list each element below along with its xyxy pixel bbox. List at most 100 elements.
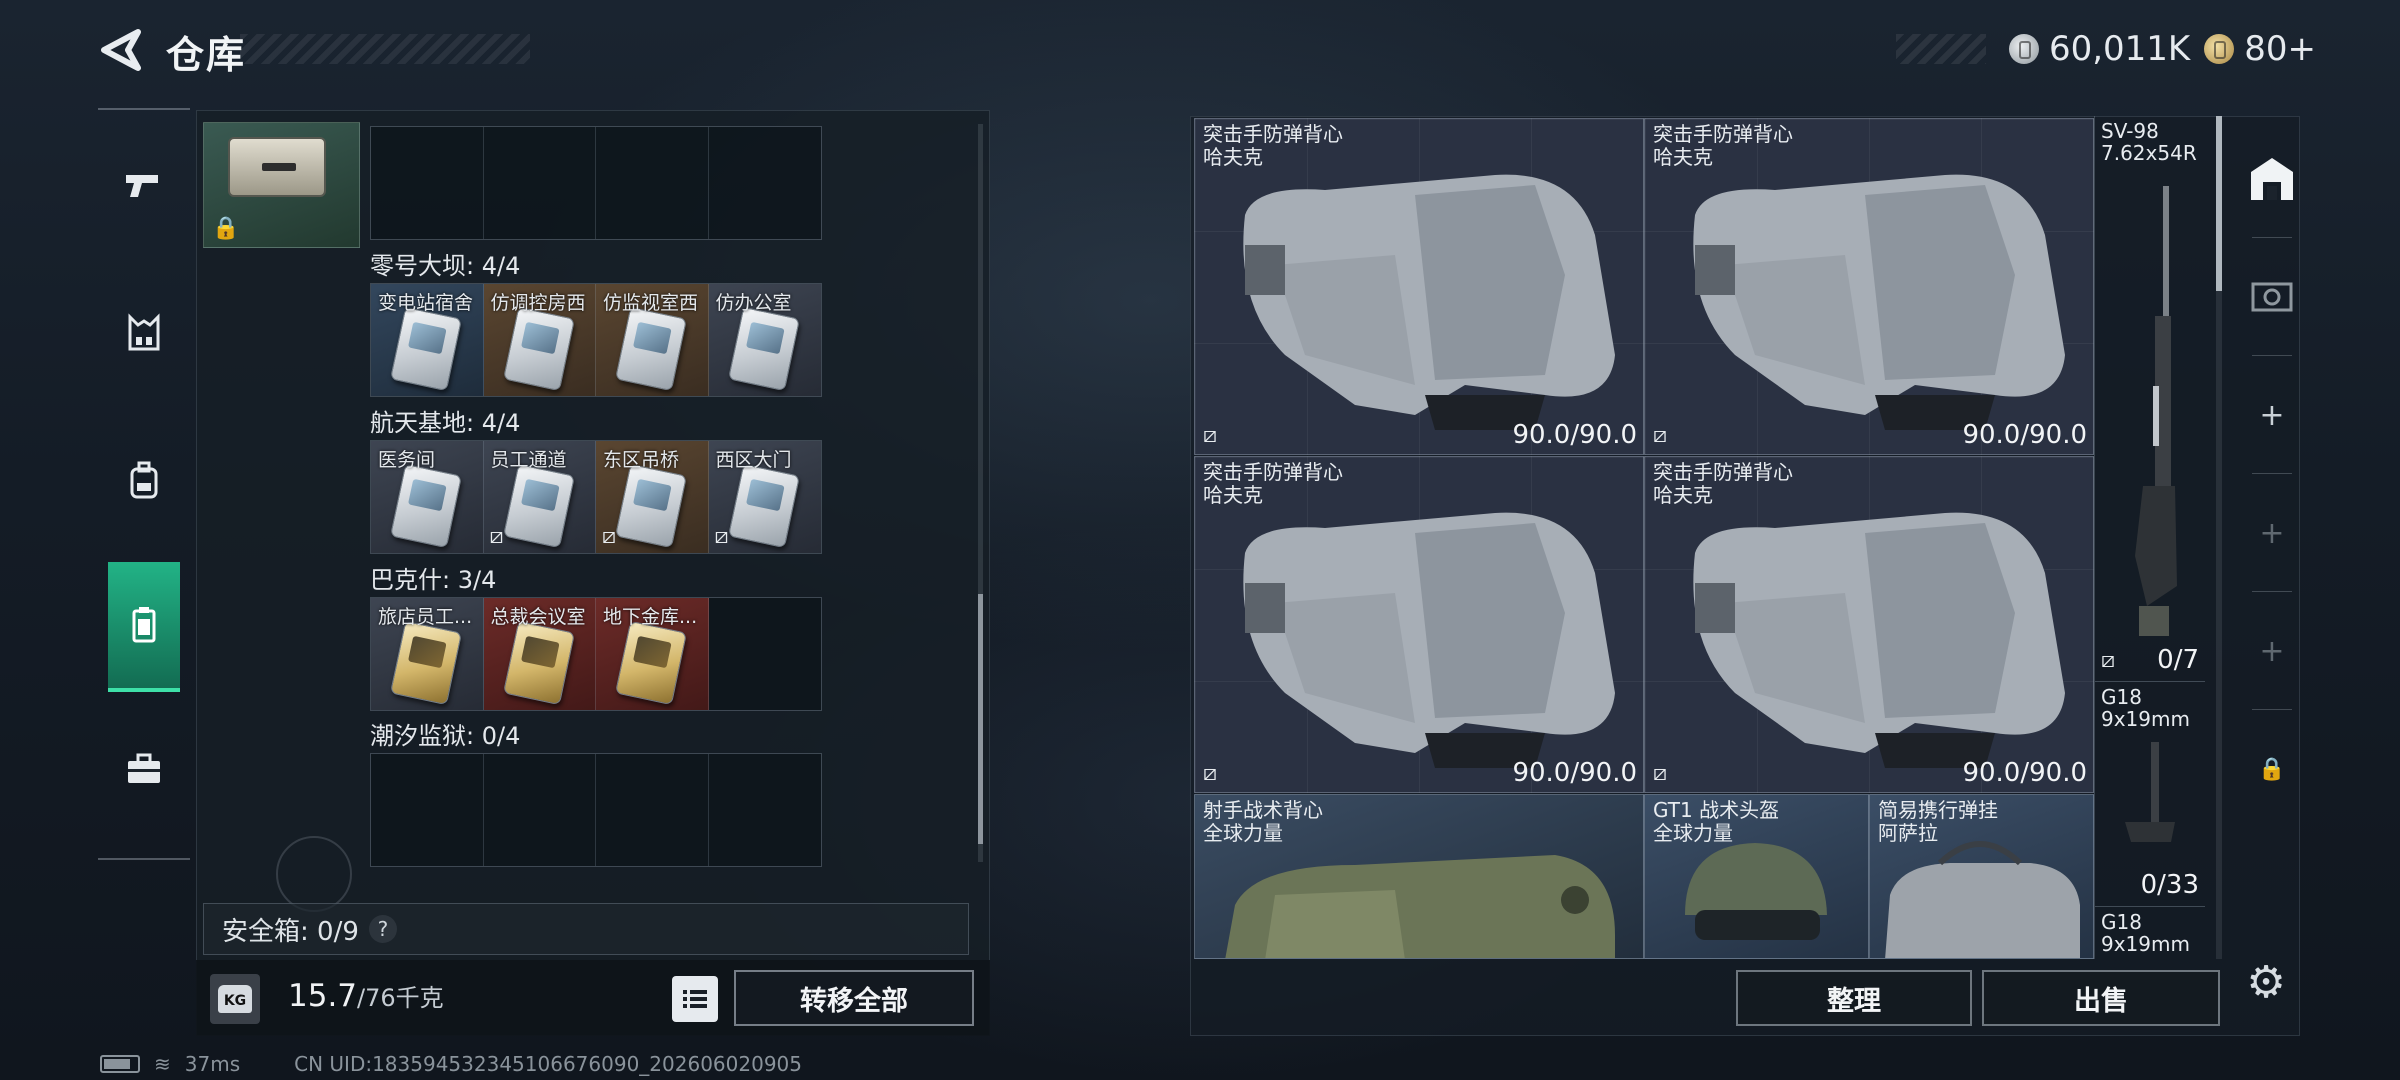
left-scrollbar[interactable] — [978, 124, 983, 862]
weapon-slot[interactable]: G18 9x19mm 0/33 — [2095, 682, 2205, 907]
durability: 90.0/90.0 — [1962, 758, 2087, 788]
tab-collection[interactable] — [2222, 238, 2322, 356]
item-name: GT1 战术头盔 全球力量 — [1653, 798, 1780, 845]
nav-backpack[interactable] — [108, 416, 180, 546]
empty-slot[interactable] — [483, 754, 596, 866]
item-name: 突击手防弹背心 哈夫克 — [1653, 460, 1793, 507]
durability: 90.0/90.0 — [1512, 420, 1637, 450]
empty-slot[interactable] — [483, 127, 596, 239]
weapon-slot[interactable]: G18 9x19mm — [2095, 907, 2205, 959]
keycard-row: 变电站宿舍 仿调控房西 仿监视室西 仿办公室 — [370, 283, 822, 397]
inventory-item[interactable]: 射手战术背心 全球力量 — [1194, 794, 1644, 959]
weight-icon: KG — [210, 974, 260, 1024]
wifi-icon: ≋ — [154, 1052, 171, 1076]
no-trade-icon: ⧄ — [714, 524, 729, 549]
keycard-image — [389, 620, 463, 706]
no-trade-icon: ⧄ — [1203, 423, 1217, 448]
empty-slot[interactable] — [371, 754, 484, 866]
keycard-slot[interactable]: 医务间 — [371, 441, 484, 553]
add-tab-button[interactable]: + — [2222, 356, 2322, 474]
keycard-slot[interactable]: 总裁会议室 — [483, 598, 596, 710]
keycard-case-image — [228, 137, 326, 197]
status-bar: ≋ 37ms CN UID:18359453234510667609​0_202… — [100, 1052, 802, 1076]
back-button[interactable] — [98, 26, 146, 74]
keycard-case-slot[interactable]: 🔒 — [203, 122, 360, 248]
tidy-button[interactable]: 整理 — [1736, 970, 1972, 1026]
keycard-image — [614, 306, 688, 392]
item-name: 简易携行弹挂 阿萨拉 — [1878, 798, 1998, 845]
nav-keycards[interactable] — [108, 562, 180, 692]
section-title: 巴克什: 3/4 — [370, 566, 497, 594]
empty-slot[interactable] — [371, 127, 484, 239]
sell-button[interactable]: 出售 — [1982, 970, 2220, 1026]
locked-tab[interactable]: 🔒 — [2222, 710, 2322, 828]
keycard-slot[interactable]: 员工通道 ⧄ — [483, 441, 596, 553]
keycard-label: 仿办公室 — [715, 292, 792, 314]
list-view-button[interactable] — [672, 976, 718, 1022]
silver-coin-icon — [2008, 34, 2039, 64]
vest-item[interactable]: 突击手防弹背心 哈夫克 ⧄ 90.0/90.0 — [1194, 456, 1644, 793]
lock-icon: 🔒 — [212, 216, 240, 241]
vest-item[interactable]: 突击手防弹背心 哈夫克 ⧄ 90.0/90.0 — [1644, 456, 2094, 793]
keycard-slot[interactable]: 西区大门 ⧄ — [708, 441, 821, 553]
left-category-nav — [98, 108, 190, 860]
inventory-item[interactable]: GT1 战术头盔 全球力量 — [1644, 794, 1869, 959]
add-tab-button[interactable]: + — [2222, 592, 2322, 710]
keycard-label: 旅店员工... — [378, 606, 473, 628]
vest-image — [1693, 174, 2065, 430]
empty-slot[interactable] — [596, 754, 709, 866]
vest-item[interactable]: 突击手防弹背心 哈夫克 ⧄ 90.0/90.0 — [1194, 118, 1644, 455]
weapon-column: SV-98 7.62x54R ⧄ 0/7 G18 9x19mm 0/33 G18… — [2094, 116, 2205, 959]
keycard-slot[interactable]: 仿调控房西 — [483, 284, 596, 396]
collection-icon — [2251, 282, 2293, 312]
empty-slot[interactable] — [596, 127, 709, 239]
settings-gear-icon[interactable]: ⚙ — [2240, 956, 2292, 1008]
gold-currency[interactable]: 80+ — [2204, 29, 2316, 69]
keycard-image — [502, 463, 575, 549]
vest-item[interactable]: 突击手防弹背心 哈夫克 ⧄ 90.0/90.0 — [1644, 118, 2094, 455]
item-name: 突击手防弹背心 哈夫克 — [1653, 122, 1793, 169]
keycard-row: 旅店员工... 总裁会议室 地下金库... — [370, 597, 822, 711]
uid-text: CN UID:18359453234510667609​0_2026060209… — [294, 1052, 802, 1076]
scroll-thumb[interactable] — [978, 594, 983, 844]
durability: 90.0/90.0 — [1962, 420, 2087, 450]
keycard-slot[interactable]: 变电站宿舍 — [371, 284, 484, 396]
plus-icon: + — [2259, 397, 2285, 433]
ping-value: 37ms — [184, 1052, 241, 1076]
nav-armor-rig[interactable] — [108, 268, 180, 398]
plus-icon: + — [2259, 633, 2285, 669]
weapon-slot[interactable]: SV-98 7.62x54R ⧄ 0/7 — [2095, 116, 2205, 682]
empty-slot[interactable] — [708, 754, 821, 866]
transfer-all-button[interactable]: 转移全部 — [734, 970, 974, 1026]
nav-weapons[interactable] — [108, 120, 180, 250]
warehouse-icon — [2251, 158, 2293, 200]
keycard-label: 西区大门 — [715, 449, 792, 471]
toolbox-icon — [128, 753, 160, 783]
keycard-slot[interactable]: 旅店员工... — [371, 598, 484, 710]
add-tab-button[interactable]: + — [2222, 474, 2322, 592]
ammo-count: 0/33 — [2140, 870, 2199, 900]
list-icon — [683, 990, 707, 1008]
tab-warehouse[interactable] — [2222, 120, 2322, 238]
empty-slot[interactable] — [708, 598, 821, 710]
silver-currency[interactable]: 60,011K — [2008, 29, 2190, 69]
safebox-bar[interactable]: 安全箱: 0/9 ? — [203, 903, 969, 955]
keycard-case-icon — [132, 607, 156, 643]
keycard-image — [502, 620, 575, 706]
keycard-row: 医务间 员工通道 ⧄ 东区吊桥 ⧄ 西区大门 ⧄ — [370, 440, 822, 554]
vest-image — [1243, 174, 1615, 430]
keycard-slot[interactable]: 东区吊桥 ⧄ — [596, 441, 709, 553]
empty-slot[interactable] — [708, 127, 821, 239]
storage-tabs: + + + 🔒 — [2222, 120, 2322, 960]
keycard-slot[interactable]: 仿监视室西 — [596, 284, 709, 396]
inventory-item[interactable]: 简易携行弹挂 阿萨拉 — [1869, 794, 2094, 959]
chest-rig-icon — [128, 313, 160, 351]
help-icon[interactable]: ? — [368, 915, 397, 943]
plus-icon: + — [2259, 515, 2285, 551]
gold-amount: 80+ — [2244, 29, 2316, 69]
nav-toolbox[interactable] — [108, 704, 180, 834]
keycard-label: 仿调控房西 — [490, 292, 586, 314]
keycard-slot[interactable]: 仿办公室 — [708, 284, 821, 396]
keycard-slot[interactable]: 地下金库... — [596, 598, 709, 710]
gold-coin-icon — [2204, 34, 2235, 64]
